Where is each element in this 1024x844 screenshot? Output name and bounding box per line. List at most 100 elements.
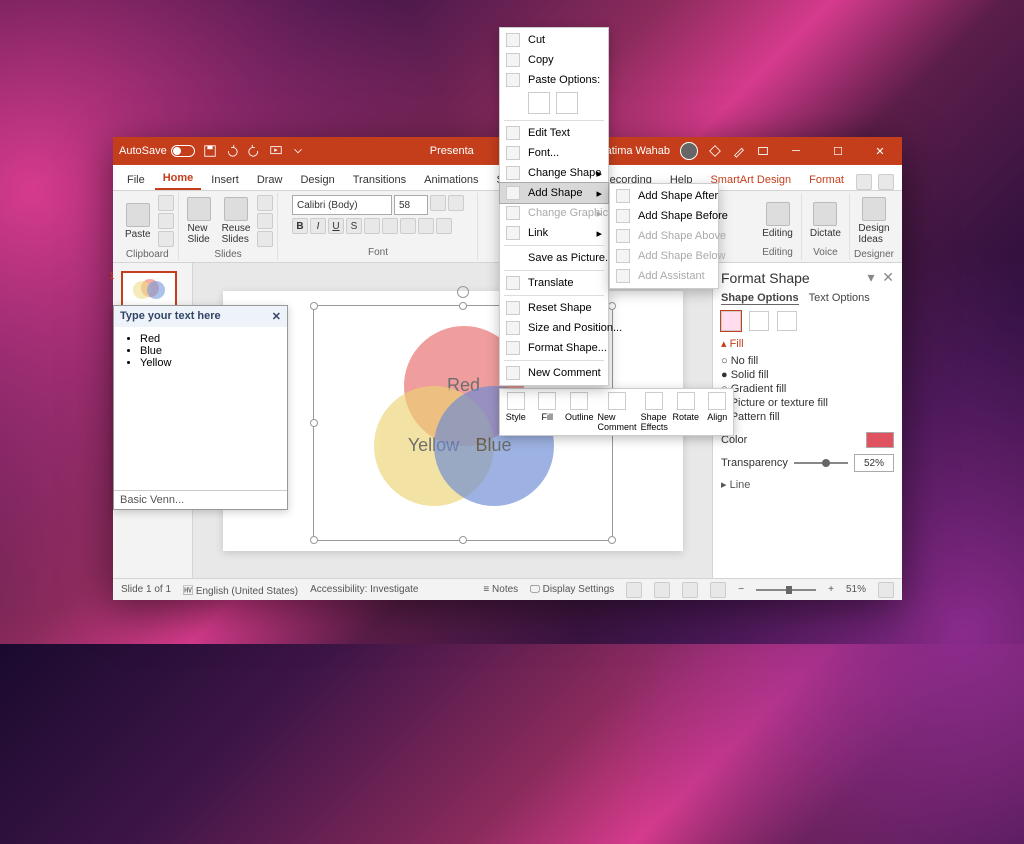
size-properties-icon[interactable] (777, 311, 797, 331)
mini-comment-button[interactable]: New Comment (596, 389, 639, 435)
sub-add-after[interactable]: Add Shape After (610, 186, 718, 206)
pane-close-icon[interactable]: ✕ (882, 269, 894, 285)
copy-icon[interactable] (158, 213, 174, 229)
section-icon[interactable] (257, 231, 273, 247)
font-size-combo[interactable]: 58 (394, 195, 428, 215)
grow-font-icon[interactable] (430, 195, 446, 211)
resize-handle[interactable] (310, 302, 318, 310)
undo-icon[interactable] (225, 144, 239, 158)
status-accessibility[interactable]: Accessibility: Investigate (310, 584, 418, 595)
color-picker-button[interactable] (866, 432, 894, 448)
pen-icon[interactable] (732, 144, 746, 158)
comments-button[interactable] (878, 174, 894, 190)
paste-option-1[interactable] (528, 92, 550, 114)
format-painter-icon[interactable] (158, 231, 174, 247)
status-notes[interactable]: ≡ Notes (483, 584, 518, 595)
normal-view-icon[interactable] (626, 582, 642, 598)
maximize-button[interactable]: ☐ (822, 137, 854, 165)
ribbon-display-icon[interactable] (756, 144, 770, 158)
rotate-handle-icon[interactable] (457, 286, 469, 298)
resize-handle[interactable] (459, 302, 467, 310)
editing-button[interactable]: Editing (758, 200, 797, 241)
paste-option-2[interactable] (556, 92, 578, 114)
slideshow-icon[interactable] (269, 144, 283, 158)
line-section-header[interactable]: ▸ Line (721, 478, 894, 491)
list-item[interactable]: Red (140, 333, 277, 345)
reading-view-icon[interactable] (682, 582, 698, 598)
text-pane-body[interactable]: Red Blue Yellow (114, 327, 287, 490)
zoom-out-button[interactable]: − (738, 584, 744, 595)
highlight-icon[interactable] (418, 218, 434, 234)
minimize-button[interactable]: ─ (780, 137, 812, 165)
ctx-link[interactable]: Link▸ (500, 223, 608, 243)
ctx-translate[interactable]: Translate (500, 273, 608, 293)
ctx-size-position[interactable]: Size and Position... (500, 318, 608, 338)
design-ideas-button[interactable]: Design Ideas (854, 195, 893, 247)
mini-style-button[interactable]: Style (500, 389, 531, 435)
user-avatar[interactable] (680, 142, 698, 160)
ctx-copy[interactable]: Copy (500, 50, 608, 70)
ctx-change-shape[interactable]: Change Shape▸ (500, 163, 608, 183)
transparency-slider[interactable] (794, 462, 848, 464)
mini-align-button[interactable]: Align (701, 389, 732, 435)
zoom-level[interactable]: 51% (846, 584, 866, 595)
ctx-font[interactable]: Font... (500, 143, 608, 163)
tab-format[interactable]: Format (801, 170, 852, 190)
resize-handle[interactable] (310, 536, 318, 544)
fit-to-window-icon[interactable] (878, 582, 894, 598)
ctx-add-shape[interactable]: Add Shape▸ (500, 183, 608, 203)
underline-button[interactable]: U (328, 218, 344, 234)
tab-design[interactable]: Design (292, 170, 342, 190)
diamond-icon[interactable] (708, 144, 722, 158)
cut-icon[interactable] (158, 195, 174, 211)
change-case-icon[interactable] (400, 218, 416, 234)
fill-radio-gradient[interactable]: ○ Gradient fill (721, 382, 894, 396)
autosave-toggle[interactable]: AutoSave (119, 145, 195, 157)
mini-outline-button[interactable]: Outline (563, 389, 596, 435)
resize-handle[interactable] (608, 536, 616, 544)
fill-section-header[interactable]: ▴ Fill (721, 337, 894, 350)
transparency-spinbox[interactable]: 52% (854, 454, 894, 472)
resize-handle[interactable] (310, 419, 318, 427)
strike-button[interactable]: S (346, 218, 362, 234)
shadow-button[interactable] (364, 218, 380, 234)
dictate-button[interactable]: Dictate (806, 200, 845, 241)
ctx-cut[interactable]: Cut (500, 30, 608, 50)
paste-button[interactable]: Paste (121, 201, 155, 242)
ctx-format-shape[interactable]: Format Shape... (500, 338, 608, 358)
toggle-off-icon[interactable] (171, 145, 195, 157)
layout-icon[interactable] (257, 195, 273, 211)
tab-transitions[interactable]: Transitions (345, 170, 414, 190)
status-language[interactable]: 🅊 English (United States) (183, 582, 298, 597)
sub-add-before[interactable]: Add Shape Before (610, 206, 718, 226)
ctx-save-as-picture[interactable]: Save as Picture... (500, 248, 608, 268)
tab-draw[interactable]: Draw (249, 170, 291, 190)
tab-file[interactable]: File (119, 170, 153, 190)
zoom-in-button[interactable]: + (828, 584, 834, 595)
mini-rotate-button[interactable]: Rotate (670, 389, 701, 435)
ctx-reset-shape[interactable]: Reset Shape (500, 298, 608, 318)
fill-line-icon[interactable] (721, 311, 741, 331)
save-icon[interactable] (203, 144, 217, 158)
text-pane-close-icon[interactable]: ✕ (272, 310, 281, 323)
close-button[interactable]: ✕ (864, 137, 896, 165)
fill-radio-pattern[interactable]: ○ Pattern fill (721, 410, 894, 424)
ctx-new-comment[interactable]: New Comment (500, 363, 608, 383)
fill-radio-solid[interactable]: ● Solid fill (721, 368, 894, 382)
tab-animations[interactable]: Animations (416, 170, 486, 190)
new-slide-button[interactable]: New Slide (183, 195, 215, 247)
reset-icon[interactable] (257, 213, 273, 229)
slide-thumbnail[interactable] (121, 271, 177, 307)
qat-dropdown-icon[interactable] (291, 144, 305, 158)
tab-home[interactable]: Home (155, 168, 202, 190)
fill-radio-no[interactable]: ○ No fill (721, 354, 894, 368)
redo-icon[interactable] (247, 144, 261, 158)
reuse-slides-button[interactable]: Reuse Slides (218, 195, 255, 247)
bold-button[interactable]: B (292, 218, 308, 234)
font-name-combo[interactable]: Calibri (Body) (292, 195, 392, 215)
tab-insert[interactable]: Insert (203, 170, 247, 190)
status-slide-count[interactable]: Slide 1 of 1 (121, 584, 171, 595)
status-display-settings[interactable]: 🖵 Display Settings (530, 584, 614, 595)
char-spacing-icon[interactable] (382, 218, 398, 234)
list-item[interactable]: Yellow (140, 357, 277, 369)
